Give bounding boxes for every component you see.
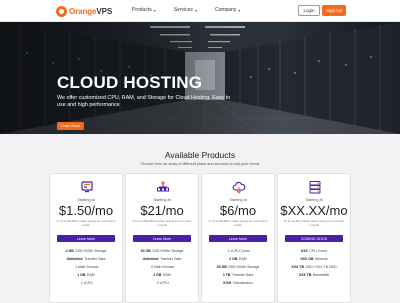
hero-learn-more-button[interactable]: Learn More xyxy=(57,122,84,130)
learn-more-button[interactable]: Learn More xyxy=(133,235,191,242)
feature-list: 1 vCPU Cores 2 GB RAM 25 GB SSD NVMe Stora… xyxy=(202,247,274,287)
hero-subtitle: We offer customized CPU, RAM, and Storag… xyxy=(57,95,231,109)
plan-price: $21/mo xyxy=(140,203,184,218)
brand-name: OrangeVPS xyxy=(69,6,113,16)
login-button[interactable]: Login xyxy=(298,5,320,16)
plan-price: $1.50/mo xyxy=(58,203,114,218)
feature-item: 4 GB SSD NVMe Storage xyxy=(65,249,107,253)
feature-item: 2 vCPU xyxy=(156,281,169,285)
signup-button[interactable]: Sign Up xyxy=(322,5,346,16)
product-card: Starting at $XX.XX/mo Or for as $XX.XX/m… xyxy=(277,173,351,303)
network-icon xyxy=(157,181,169,192)
starting-at-label: Starting at xyxy=(305,198,323,202)
logo-icon xyxy=(56,5,67,17)
starting-at-label: Starting at xyxy=(77,198,95,202)
feature-item: 2 GB RAM xyxy=(229,257,247,261)
feature-item: 30 GB SSD NVMe Storage xyxy=(140,249,184,253)
learn-more-button[interactable]: Learn More xyxy=(209,235,267,242)
feature-item: 1 GB RAM xyxy=(77,273,95,277)
hero-banner: CLOUD HOSTING We offer customized CPU, R… xyxy=(0,22,400,134)
chevron-down-icon: ▾ xyxy=(194,7,197,13)
feature-item: Unlimited Transfer Data xyxy=(142,257,182,261)
product-card: Starting at $1.50/mo Or for as $1.50/mo … xyxy=(49,173,123,303)
server-icon xyxy=(81,181,93,193)
menu-services[interactable]: Services ▾ xyxy=(174,7,197,13)
products-section-subtitle: Choose from an array of different plans … xyxy=(140,162,260,166)
feature-item: 2 GB RAM xyxy=(153,273,171,277)
feature-item: 1 vCPU Cores xyxy=(227,249,250,253)
brand-logo[interactable]: OrangeVPS xyxy=(56,5,112,17)
feature-list: 4 GB SSD NVMe Storage Unlimited Transfer D… xyxy=(50,247,122,287)
cloud-icon xyxy=(232,181,246,194)
dedicated-server-icon xyxy=(309,181,321,194)
price-note: Or for as $1.50/mo when paying for more … xyxy=(56,219,116,227)
feature-item: 1 TB Transfer Data xyxy=(222,273,254,277)
plan-price: $6/mo xyxy=(219,203,257,218)
feature-item: XXX GB Memory xyxy=(300,257,328,261)
feature-item: 5 Main Domain xyxy=(150,265,175,269)
price-note: Or for as $16.80/mo when paying for more… xyxy=(132,219,192,227)
feature-list: 30 GB SSD NVMe Storage Unlimited Transfer … xyxy=(126,247,198,287)
main-menu: Products ▾ Services ▾ Company ▾ xyxy=(132,7,240,13)
feature-item: KVM Virtualization xyxy=(223,281,253,285)
starting-at-label: Starting at xyxy=(229,198,247,202)
products-section-title: Available Products xyxy=(164,150,236,160)
starting-at-label: Starting at xyxy=(153,198,171,202)
feature-item: 25 GB SSD NVMe Storage xyxy=(216,265,260,269)
product-card: Starting at $21/mo Or for as $16.80/mo w… xyxy=(125,173,199,303)
learn-more-button[interactable]: Learn More xyxy=(57,235,115,242)
product-card: Starting at $6/mo Or for as $4.80/mo whe… xyxy=(201,173,275,303)
price-note: Or for as $XX.XX/mo when paying for more… xyxy=(284,219,345,227)
top-navbar: OrangeVPS Products ▾ Services ▾ Company ▾ L… xyxy=(0,0,400,22)
menu-company[interactable]: Company ▾ xyxy=(215,7,240,13)
price-note: Or for as $4.80/mo when paying for more … xyxy=(208,219,268,227)
feature-item: XXX CPU Cores xyxy=(300,249,328,253)
feature-item: XXX TB Bandwidth xyxy=(298,273,330,277)
chevron-down-icon: ▾ xyxy=(153,7,156,13)
plan-price: $XX.XX/mo xyxy=(280,203,348,218)
menu-products[interactable]: Products ▾ xyxy=(132,7,156,13)
feature-list: XXX CPU Cores XXX GB Memory XXX TB SSD / XX… xyxy=(278,247,350,279)
hero-title: CLOUD HOSTING xyxy=(57,73,203,92)
feature-item: 1 vCPU xyxy=(80,281,93,285)
feature-item: Unlimited Transfer Data xyxy=(66,257,106,261)
chevron-down-icon: ▾ xyxy=(238,7,241,13)
feature-item: XXX TB SSD / XXX TB HDD xyxy=(291,265,337,269)
feature-item: 1 Main Domain xyxy=(74,265,99,269)
coming-soon-button[interactable]: COMING SOON xyxy=(285,235,343,242)
